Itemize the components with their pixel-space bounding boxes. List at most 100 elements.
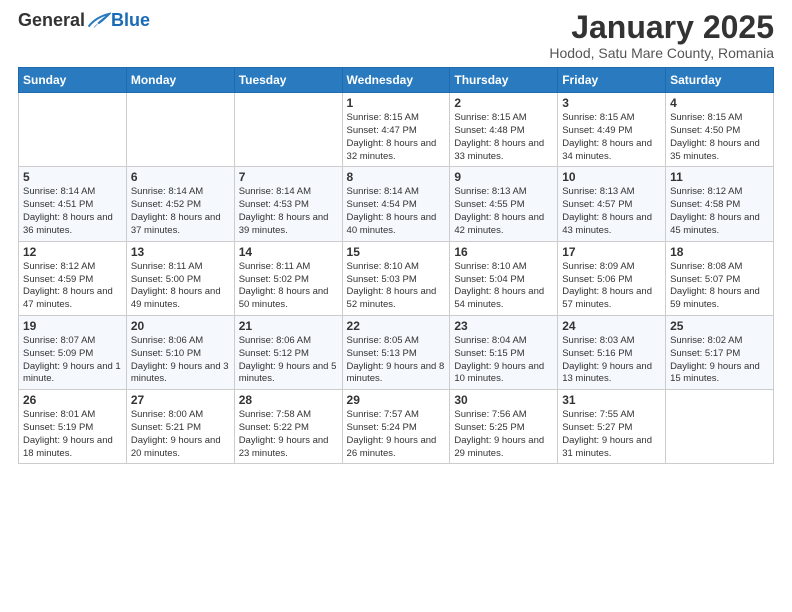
day-number: 24 bbox=[562, 319, 661, 333]
title-block: January 2025 Hodod, Satu Mare County, Ro… bbox=[549, 10, 774, 61]
day-info: Sunrise: 8:14 AM Sunset: 4:51 PM Dayligh… bbox=[23, 186, 122, 237]
header-friday: Friday bbox=[558, 68, 666, 93]
calendar-cell: 19Sunrise: 8:07 AM Sunset: 5:09 PM Dayli… bbox=[19, 315, 127, 389]
day-number: 23 bbox=[454, 319, 553, 333]
day-number: 22 bbox=[347, 319, 446, 333]
day-info: Sunrise: 7:56 AM Sunset: 5:25 PM Dayligh… bbox=[454, 409, 553, 460]
day-info: Sunrise: 8:00 AM Sunset: 5:21 PM Dayligh… bbox=[131, 409, 230, 460]
day-info: Sunrise: 8:14 AM Sunset: 4:52 PM Dayligh… bbox=[131, 186, 230, 237]
calendar-cell: 7Sunrise: 8:14 AM Sunset: 4:53 PM Daylig… bbox=[234, 167, 342, 241]
day-info: Sunrise: 8:02 AM Sunset: 5:17 PM Dayligh… bbox=[670, 335, 769, 386]
day-number: 30 bbox=[454, 393, 553, 407]
calendar-cell: 12Sunrise: 8:12 AM Sunset: 4:59 PM Dayli… bbox=[19, 241, 127, 315]
day-number: 18 bbox=[670, 245, 769, 259]
calendar-cell: 9 Sunrise: 8:13 AM Sunset: 4:55 PM Daylig… bbox=[450, 167, 558, 241]
day-info: Sunrise: 8:15 AM Sunset: 4:49 PM Dayligh… bbox=[562, 112, 661, 163]
calendar-cell: 22 Sunrise: 8:05 AM Sunset: 5:13 PM Dayli… bbox=[342, 315, 450, 389]
logo-bird-icon bbox=[87, 11, 111, 31]
day-number: 8 bbox=[347, 170, 446, 184]
day-info: Sunrise: 8:15 AM Sunset: 4:47 PM Dayligh… bbox=[347, 112, 446, 163]
calendar-cell: 30 Sunrise: 7:56 AM Sunset: 5:25 PM Dayli… bbox=[450, 390, 558, 464]
calendar-cell: 26Sunrise: 8:01 AM Sunset: 5:19 PM Dayli… bbox=[19, 390, 127, 464]
calendar-cell bbox=[234, 93, 342, 167]
day-number: 4 bbox=[670, 96, 769, 110]
day-number: 21 bbox=[239, 319, 338, 333]
calendar-cell: 23 Sunrise: 8:04 AM Sunset: 5:15 PM Dayli… bbox=[450, 315, 558, 389]
day-info: Sunrise: 8:13 AM Sunset: 4:57 PM Dayligh… bbox=[562, 186, 661, 237]
day-info: Sunrise: 7:58 AM Sunset: 5:22 PM Dayligh… bbox=[239, 409, 338, 460]
calendar-cell: 1Sunrise: 8:15 AM Sunset: 4:47 PM Daylig… bbox=[342, 93, 450, 167]
calendar-cell: 16 Sunrise: 8:10 AM Sunset: 5:04 PM Dayli… bbox=[450, 241, 558, 315]
calendar-cell: 18 Sunrise: 8:08 AM Sunset: 5:07 PM Dayli… bbox=[666, 241, 774, 315]
day-info: Sunrise: 8:04 AM Sunset: 5:15 PM Dayligh… bbox=[454, 335, 553, 386]
calendar-cell: 3Sunrise: 8:15 AM Sunset: 4:49 PM Daylig… bbox=[558, 93, 666, 167]
logo-blue-text: Blue bbox=[111, 10, 150, 31]
calendar-cell: 17 Sunrise: 8:09 AM Sunset: 5:06 PM Dayli… bbox=[558, 241, 666, 315]
day-info: Sunrise: 8:10 AM Sunset: 5:03 PM Dayligh… bbox=[347, 261, 446, 312]
header-thursday: Thursday bbox=[450, 68, 558, 93]
header-tuesday: Tuesday bbox=[234, 68, 342, 93]
calendar-title: January 2025 bbox=[549, 10, 774, 45]
calendar-cell bbox=[666, 390, 774, 464]
calendar-cell: 6 Sunrise: 8:14 AM Sunset: 4:52 PM Daylig… bbox=[126, 167, 234, 241]
calendar-cell: 10 Sunrise: 8:13 AM Sunset: 4:57 PM Dayli… bbox=[558, 167, 666, 241]
day-info: Sunrise: 8:11 AM Sunset: 5:02 PM Dayligh… bbox=[239, 261, 338, 312]
day-number: 2 bbox=[454, 96, 553, 110]
week-row-5: 26Sunrise: 8:01 AM Sunset: 5:19 PM Dayli… bbox=[19, 390, 774, 464]
calendar-cell: 29Sunrise: 7:57 AM Sunset: 5:24 PM Dayli… bbox=[342, 390, 450, 464]
day-number: 25 bbox=[670, 319, 769, 333]
calendar-cell: 27 Sunrise: 8:00 AM Sunset: 5:21 PM Dayli… bbox=[126, 390, 234, 464]
calendar-cell: 28 Sunrise: 7:58 AM Sunset: 5:22 PM Dayli… bbox=[234, 390, 342, 464]
calendar-cell: 8 Sunrise: 8:14 AM Sunset: 4:54 PM Daylig… bbox=[342, 167, 450, 241]
day-number: 13 bbox=[131, 245, 230, 259]
calendar-cell: 15 Sunrise: 8:10 AM Sunset: 5:03 PM Dayli… bbox=[342, 241, 450, 315]
day-number: 6 bbox=[131, 170, 230, 184]
day-info: Sunrise: 8:13 AM Sunset: 4:55 PM Dayligh… bbox=[454, 186, 553, 237]
day-info: Sunrise: 8:10 AM Sunset: 5:04 PM Dayligh… bbox=[454, 261, 553, 312]
day-number: 19 bbox=[23, 319, 122, 333]
day-number: 31 bbox=[562, 393, 661, 407]
day-number: 28 bbox=[239, 393, 338, 407]
calendar-cell: 20Sunrise: 8:06 AM Sunset: 5:10 PM Dayli… bbox=[126, 315, 234, 389]
calendar-cell: 24 Sunrise: 8:03 AM Sunset: 5:16 PM Dayli… bbox=[558, 315, 666, 389]
day-number: 10 bbox=[562, 170, 661, 184]
header: General Blue January 2025 Hodod, Satu Ma… bbox=[18, 10, 774, 61]
calendar-cell: 4 Sunrise: 8:15 AM Sunset: 4:50 PM Daylig… bbox=[666, 93, 774, 167]
calendar-table: Sunday Monday Tuesday Wednesday Thursday… bbox=[18, 67, 774, 464]
logo: General Blue bbox=[18, 10, 150, 31]
weekday-header-row: Sunday Monday Tuesday Wednesday Thursday… bbox=[19, 68, 774, 93]
day-info: Sunrise: 8:08 AM Sunset: 5:07 PM Dayligh… bbox=[670, 261, 769, 312]
day-info: Sunrise: 8:06 AM Sunset: 5:10 PM Dayligh… bbox=[131, 335, 230, 386]
day-info: Sunrise: 8:05 AM Sunset: 5:13 PM Dayligh… bbox=[347, 335, 446, 386]
day-info: Sunrise: 8:11 AM Sunset: 5:00 PM Dayligh… bbox=[131, 261, 230, 312]
calendar-cell: 2 Sunrise: 8:15 AM Sunset: 4:48 PM Daylig… bbox=[450, 93, 558, 167]
day-info: Sunrise: 8:03 AM Sunset: 5:16 PM Dayligh… bbox=[562, 335, 661, 386]
week-row-3: 12Sunrise: 8:12 AM Sunset: 4:59 PM Dayli… bbox=[19, 241, 774, 315]
calendar-cell: 14Sunrise: 8:11 AM Sunset: 5:02 PM Dayli… bbox=[234, 241, 342, 315]
day-info: Sunrise: 8:06 AM Sunset: 5:12 PM Dayligh… bbox=[239, 335, 338, 386]
day-info: Sunrise: 8:09 AM Sunset: 5:06 PM Dayligh… bbox=[562, 261, 661, 312]
calendar-cell: 5 Sunrise: 8:14 AM Sunset: 4:51 PM Daylig… bbox=[19, 167, 127, 241]
day-info: Sunrise: 7:57 AM Sunset: 5:24 PM Dayligh… bbox=[347, 409, 446, 460]
week-row-4: 19Sunrise: 8:07 AM Sunset: 5:09 PM Dayli… bbox=[19, 315, 774, 389]
week-row-2: 5 Sunrise: 8:14 AM Sunset: 4:51 PM Daylig… bbox=[19, 167, 774, 241]
calendar-cell: 25 Sunrise: 8:02 AM Sunset: 5:17 PM Dayli… bbox=[666, 315, 774, 389]
calendar-subtitle: Hodod, Satu Mare County, Romania bbox=[549, 45, 774, 61]
day-info: Sunrise: 8:12 AM Sunset: 4:59 PM Dayligh… bbox=[23, 261, 122, 312]
day-number: 9 bbox=[454, 170, 553, 184]
calendar-cell: 31 Sunrise: 7:55 AM Sunset: 5:27 PM Dayli… bbox=[558, 390, 666, 464]
day-info: Sunrise: 8:01 AM Sunset: 5:19 PM Dayligh… bbox=[23, 409, 122, 460]
header-sunday: Sunday bbox=[19, 68, 127, 93]
day-number: 15 bbox=[347, 245, 446, 259]
day-info: Sunrise: 8:15 AM Sunset: 4:48 PM Dayligh… bbox=[454, 112, 553, 163]
day-number: 5 bbox=[23, 170, 122, 184]
day-info: Sunrise: 8:14 AM Sunset: 4:54 PM Dayligh… bbox=[347, 186, 446, 237]
week-row-1: 1Sunrise: 8:15 AM Sunset: 4:47 PM Daylig… bbox=[19, 93, 774, 167]
day-number: 16 bbox=[454, 245, 553, 259]
header-monday: Monday bbox=[126, 68, 234, 93]
day-number: 17 bbox=[562, 245, 661, 259]
day-number: 27 bbox=[131, 393, 230, 407]
day-number: 7 bbox=[239, 170, 338, 184]
day-info: Sunrise: 8:15 AM Sunset: 4:50 PM Dayligh… bbox=[670, 112, 769, 163]
day-info: Sunrise: 7:55 AM Sunset: 5:27 PM Dayligh… bbox=[562, 409, 661, 460]
